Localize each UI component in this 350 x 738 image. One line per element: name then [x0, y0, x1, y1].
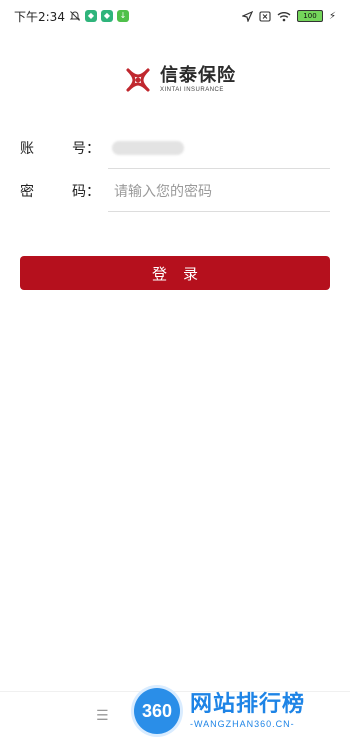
password-label-char-2: 码：: [72, 184, 100, 200]
menu-icon[interactable]: ☰: [96, 708, 109, 724]
app-shield-icon: ◆: [84, 10, 97, 22]
account-label-char-1: 账: [20, 141, 34, 157]
password-label: 密 码：: [20, 181, 100, 201]
account-value-blurred: [112, 141, 184, 155]
status-right: 100 ⚡: [241, 10, 336, 22]
logo-name-en: XINTAI INSURANCE: [160, 87, 224, 93]
account-underline: [108, 168, 330, 169]
password-field: 密 码：: [20, 170, 330, 214]
company-logo: 信泰保险 XINTAI INSURANCE: [120, 60, 240, 100]
account-input[interactable]: [112, 127, 184, 169]
password-input[interactable]: [112, 170, 326, 214]
watermark-badge: 360: [134, 688, 180, 734]
account-label-char-2: 号：: [72, 141, 100, 157]
watermark-text-en: -WANGZHAN360.CN-: [190, 719, 295, 729]
charging-icon: ⚡: [328, 10, 336, 22]
login-button[interactable]: 登录: [20, 256, 330, 290]
watermark-text: 网站排行榜 -WANGZHAN360.CN-: [190, 692, 305, 730]
logo-text: 信泰保险 XINTAI INSURANCE: [160, 66, 236, 94]
status-bar: 下午2:34 ◆ ◆ ↓ 100 ⚡: [0, 0, 350, 32]
sim-x-icon: [259, 10, 271, 22]
app-shield-icon-2: ◆: [100, 10, 113, 22]
bell-off-icon: [69, 11, 81, 21]
status-time: 下午2:34: [14, 9, 65, 24]
wifi-icon: [277, 11, 291, 21]
account-label: 账 号：: [20, 138, 100, 158]
password-underline: [108, 211, 330, 212]
battery-icon: 100: [296, 10, 323, 22]
xintai-logo-icon: [126, 68, 150, 92]
account-field: 账 号：: [20, 127, 330, 169]
watermark-text-cn: 网站排行榜: [190, 692, 306, 717]
watermark: 360 网站排行榜 -WANGZHAN360.CN-: [134, 686, 344, 736]
download-icon: ↓: [116, 10, 129, 22]
status-left: 下午2:34 ◆ ◆ ↓: [14, 8, 129, 25]
password-label-char-1: 密: [20, 184, 34, 200]
logo-name-cn: 信泰保险: [160, 65, 236, 86]
location-icon: [241, 10, 253, 22]
